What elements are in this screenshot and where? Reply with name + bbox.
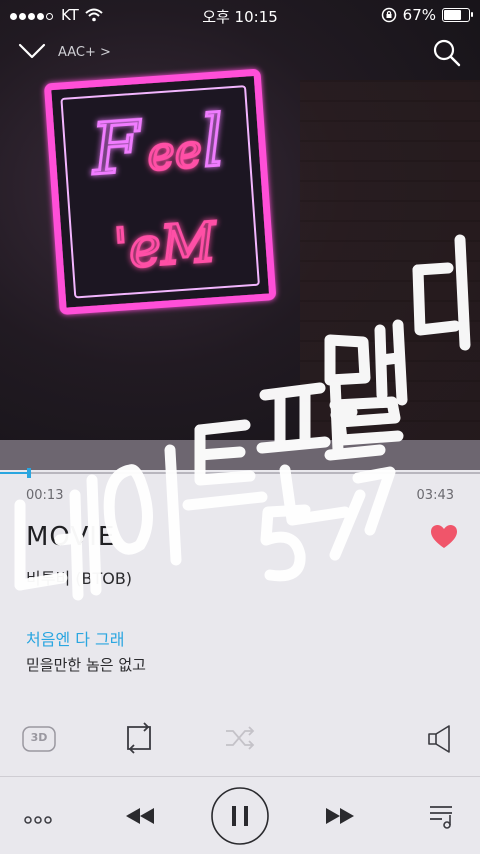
heart-icon <box>431 525 457 548</box>
like-button[interactable] <box>430 524 458 554</box>
3d-button[interactable]: 3D <box>22 726 56 756</box>
secondary-controls: 3D <box>0 722 480 758</box>
status-right: 67% <box>381 6 473 24</box>
lyric-current[interactable]: 처음엔 다 그래 <box>26 626 125 650</box>
battery-fill <box>444 10 462 20</box>
battery-icon <box>442 8 473 22</box>
rotation-lock-icon <box>381 7 396 23</box>
controls-divider <box>0 776 480 777</box>
playback-controls <box>0 784 480 848</box>
repeat-icon <box>127 722 151 754</box>
volume-button[interactable] <box>426 724 456 758</box>
shuffle-icon <box>226 726 255 750</box>
progress-fill <box>0 472 29 474</box>
previous-icon <box>126 808 154 824</box>
total-duration: 03:43 <box>416 488 454 503</box>
pause-icon <box>211 787 269 845</box>
3d-label: 3D <box>30 731 48 744</box>
repeat-button[interactable] <box>122 722 156 758</box>
chevron-down-icon <box>18 43 46 59</box>
playlist-icon <box>430 806 452 829</box>
previous-button[interactable] <box>124 806 156 830</box>
collapse-button[interactable] <box>18 42 46 64</box>
status-bar: KT 오후 10:15 67% <box>0 0 480 32</box>
battery-percent: 67% <box>402 6 436 24</box>
shuffle-button[interactable] <box>224 724 256 756</box>
volume-icon <box>428 725 450 753</box>
playlist-button[interactable] <box>428 802 456 834</box>
audio-quality-link[interactable]: AAC+ > <box>58 45 111 60</box>
svg-text:'eM: 'eM <box>112 210 220 280</box>
song-artist[interactable]: 비투비 (BTOB) <box>26 565 132 589</box>
next-icon <box>326 808 354 824</box>
pause-button[interactable] <box>210 786 270 850</box>
elapsed-time: 00:13 <box>26 488 64 503</box>
song-title: MOVIE <box>26 522 116 552</box>
progress-bar[interactable] <box>0 466 480 478</box>
progress-track <box>0 472 480 474</box>
more-icon <box>24 816 52 824</box>
next-button[interactable] <box>324 806 356 830</box>
search-button[interactable] <box>432 38 462 72</box>
search-icon <box>433 39 461 67</box>
more-button[interactable] <box>24 810 52 829</box>
svg-text:F: F <box>87 105 146 190</box>
progress-thumb[interactable] <box>26 468 31 478</box>
player-topbar: AAC+ > <box>0 36 480 72</box>
svg-text:ee: ee <box>146 123 204 181</box>
lyric-next[interactable]: 믿을만한 놈은 없고 <box>26 654 146 675</box>
